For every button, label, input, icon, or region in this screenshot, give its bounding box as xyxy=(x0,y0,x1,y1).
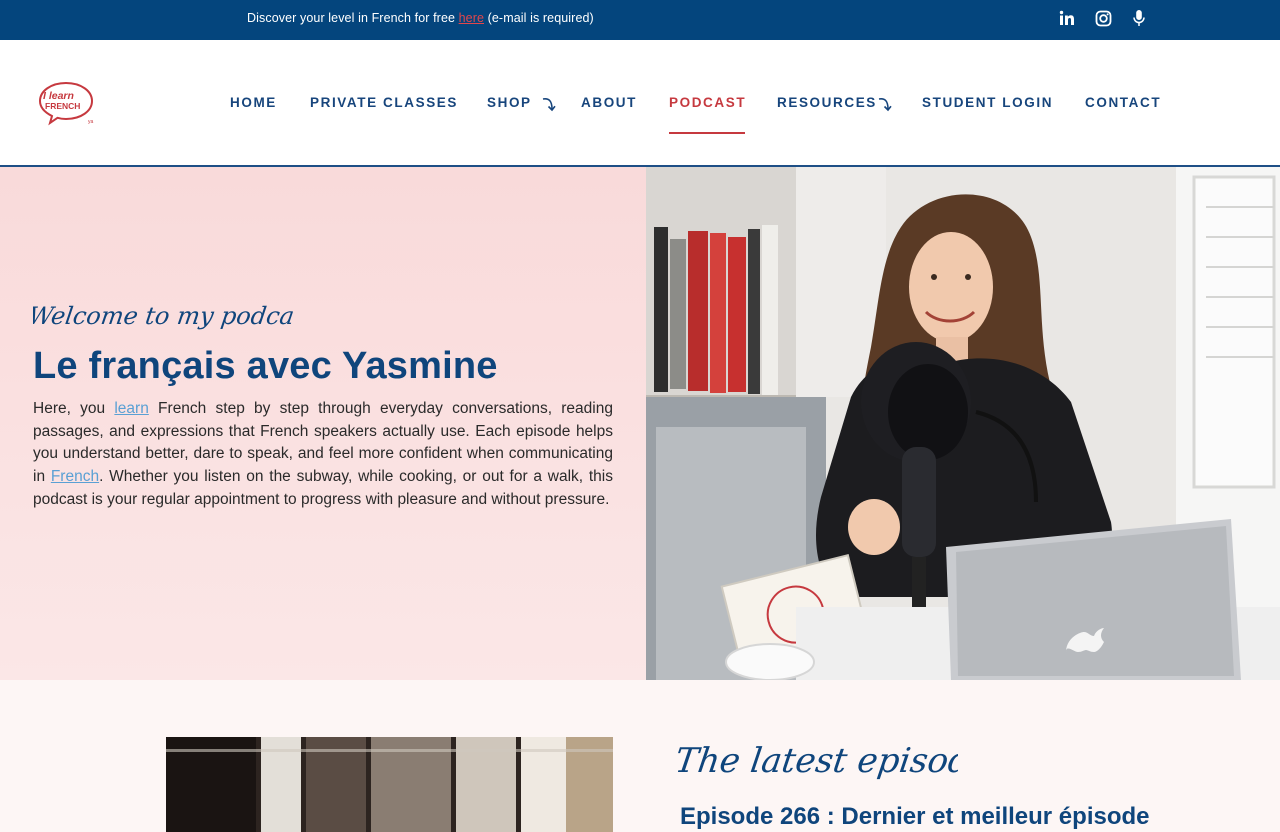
svg-text:Welcome to my podcast: Welcome to my podcast xyxy=(33,302,293,330)
nav-active-underline xyxy=(669,132,745,134)
microphone-icon[interactable] xyxy=(1130,9,1148,27)
social-links xyxy=(1058,9,1148,27)
nav-student-login[interactable]: STUDENT LOGIN xyxy=(922,95,1053,110)
latest-episodes-script-heading: The latest episodes xyxy=(678,741,958,781)
nav-shop[interactable]: SHOP xyxy=(487,95,532,110)
learn-link[interactable]: learn xyxy=(114,400,148,417)
announcement-text-suffix: (e-mail is required) xyxy=(484,11,594,25)
announcement-text-prefix: Discover your level in French for free xyxy=(247,11,459,25)
host-photo xyxy=(646,167,1280,680)
announcement-message: Discover your level in French for free h… xyxy=(247,11,594,25)
instagram-icon[interactable] xyxy=(1094,9,1112,27)
announcement-bar: Discover your level in French for free h… xyxy=(0,0,1280,40)
resources-dropdown-arrow-icon[interactable] xyxy=(878,96,892,112)
nav-resources[interactable]: RESOURCES xyxy=(777,95,877,110)
nav-contact[interactable]: CONTACT xyxy=(1085,95,1161,110)
announcement-link[interactable]: here xyxy=(459,11,484,25)
nav-podcast[interactable]: PODCAST xyxy=(669,95,746,110)
nav-about[interactable]: ABOUT xyxy=(581,95,637,110)
main-nav: HOME PRIVATE CLASSES SHOP ABOUT PODCAST … xyxy=(0,40,1280,165)
episode-photo[interactable] xyxy=(166,737,613,832)
latest-episode-title[interactable]: Episode 266 : Dernier et meilleur épisod… xyxy=(680,803,1150,831)
description-text-3: . Whether you listen on the subway, whil… xyxy=(33,468,614,508)
podcast-description: Here, you learn French step by step thro… xyxy=(33,398,613,512)
site-header: I learn FRENCH ya HOME PRIVATE CLASSES S… xyxy=(0,40,1280,167)
svg-text:The latest episodes: The latest episodes xyxy=(678,741,958,781)
french-link[interactable]: French xyxy=(51,468,99,485)
nav-home[interactable]: HOME xyxy=(230,95,277,110)
shop-dropdown-arrow-icon[interactable] xyxy=(542,96,556,112)
nav-private-classes[interactable]: PRIVATE CLASSES xyxy=(310,95,458,110)
hero-script-heading: Welcome to my podcast xyxy=(33,302,293,330)
linkedin-icon[interactable] xyxy=(1058,9,1076,27)
podcast-title: Le français avec Yasmine xyxy=(33,345,498,387)
description-text-1: Here, you xyxy=(33,400,115,417)
